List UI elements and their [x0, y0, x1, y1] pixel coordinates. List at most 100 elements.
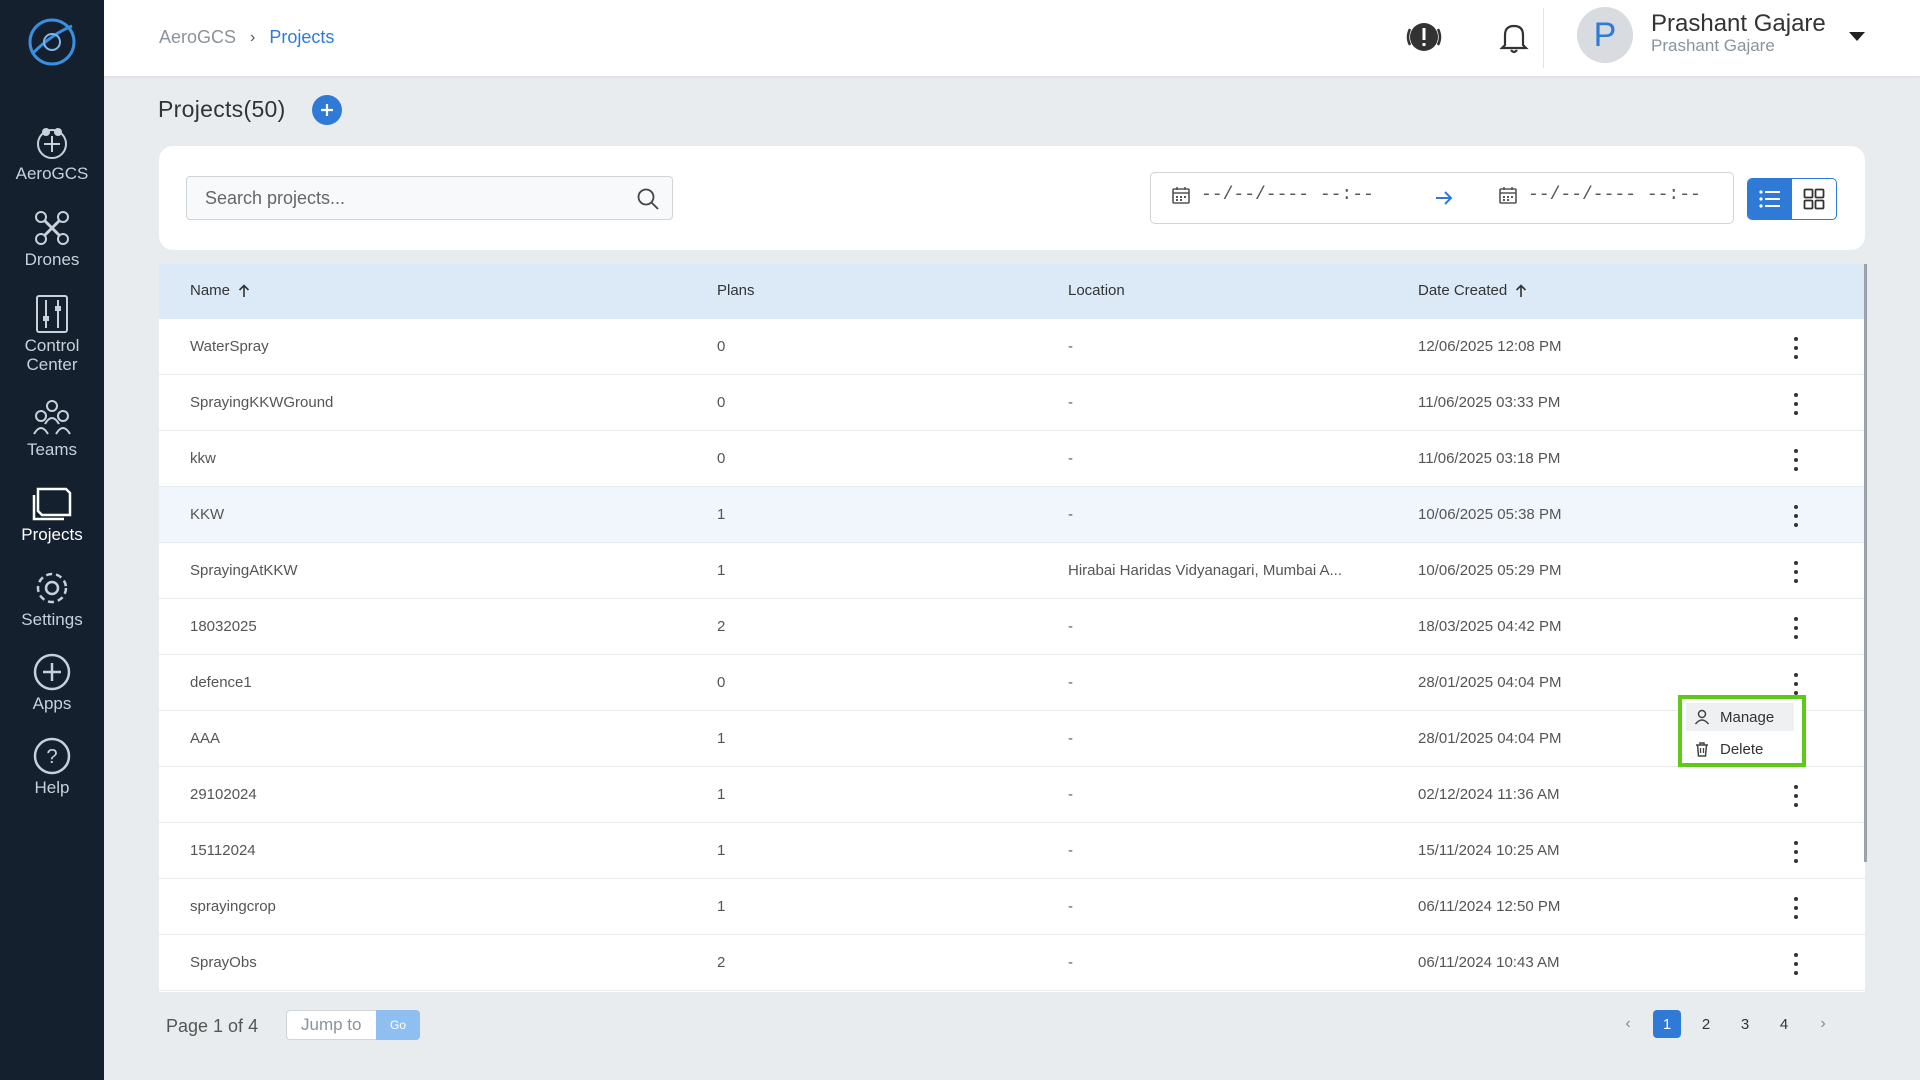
- cell-date: 10/06/2025 05:38 PM: [1418, 506, 1562, 523]
- bell-icon[interactable]: [1494, 17, 1534, 57]
- prev-page-button[interactable]: ‹: [1614, 1010, 1642, 1038]
- date-from-field[interactable]: --/--/---- --:--: [1171, 185, 1374, 205]
- page-button-1[interactable]: 1: [1653, 1010, 1681, 1038]
- sidebar-item-control-center[interactable]: Control Center: [0, 292, 104, 374]
- aerogcs-logo[interactable]: [24, 14, 80, 70]
- column-header-name[interactable]: Name: [190, 282, 250, 299]
- cell-date: 28/01/2025 04:04 PM: [1418, 674, 1562, 691]
- list-view-button[interactable]: [1748, 179, 1792, 219]
- cell-location: -: [1068, 954, 1073, 971]
- avatar[interactable]: P: [1577, 7, 1633, 63]
- cell-plans: 2: [717, 618, 726, 635]
- top-header: AeroGCS › Projects P Prashant Gajare Pra…: [104, 0, 1920, 76]
- cell-date: 15/11/2024 10:25 AM: [1418, 842, 1560, 859]
- cell-name: AAA: [190, 730, 221, 747]
- sort-up-icon: [238, 283, 250, 297]
- table-row[interactable]: 18032025 2 - 18/03/2025 04:42 PM: [159, 599, 1865, 655]
- page-info: Page 1 of 4: [166, 1016, 259, 1036]
- jump-to-box: [286, 1010, 376, 1040]
- more-options-icon[interactable]: [1791, 673, 1801, 695]
- cell-name: defence1: [190, 674, 252, 691]
- sidebar-item-apps[interactable]: Apps: [0, 650, 104, 713]
- cell-location: -: [1068, 786, 1073, 803]
- sidebar-item-aerogcs[interactable]: AeroGCS: [0, 120, 104, 183]
- more-options-icon[interactable]: [1791, 617, 1801, 639]
- projects-table: Name Plans Location Date Created WaterSp…: [159, 264, 1865, 992]
- sidebar-item-projects[interactable]: Projects: [0, 481, 104, 544]
- more-options-icon[interactable]: [1791, 337, 1801, 359]
- cell-plans: 1: [717, 842, 726, 859]
- table-row[interactable]: defence1 0 - 28/01/2025 04:04 PM: [159, 655, 1865, 711]
- row-context-menu: Manage Delete: [1678, 695, 1806, 767]
- sidebar-item-teams[interactable]: Teams: [0, 396, 104, 459]
- page-button-3[interactable]: 3: [1731, 1010, 1759, 1038]
- cell-date: 28/01/2025 04:04 PM: [1418, 730, 1562, 747]
- cell-plans: 0: [717, 394, 726, 411]
- table-row[interactable]: WaterSpray 0 - 12/06/2025 12:08 PM: [159, 319, 1865, 375]
- table-row[interactable]: SprayingKKWGround 0 - 11/06/2025 03:33 P…: [159, 375, 1865, 431]
- date-to-field[interactable]: --/--/---- --:--: [1498, 185, 1701, 205]
- jump-to-input[interactable]: [287, 1011, 375, 1039]
- sidebar-item-label: Projects: [21, 525, 83, 544]
- sidebar-item-help[interactable]: ? Help: [0, 734, 104, 797]
- drone-icon: [30, 206, 74, 250]
- more-options-icon[interactable]: [1791, 897, 1801, 919]
- svg-text:?: ?: [46, 746, 57, 768]
- sidebar-item-label: Apps: [32, 694, 72, 713]
- cell-name: 15112024: [190, 842, 256, 859]
- cell-name: kkw: [190, 450, 216, 467]
- page-button-4[interactable]: 4: [1770, 1010, 1798, 1038]
- cell-name: 29102024: [190, 786, 257, 803]
- sort-up-icon: [1516, 283, 1527, 297]
- grid-icon: [1803, 188, 1825, 210]
- gear-icon: [30, 566, 74, 610]
- plus-icon: [321, 104, 333, 116]
- column-header-plans: Plans: [717, 282, 755, 299]
- more-options-icon[interactable]: [1791, 449, 1801, 471]
- cell-location: Hirabai Haridas Vidyanagari, Mumbai A...: [1068, 562, 1343, 579]
- sidebar-item-drones[interactable]: Drones: [0, 206, 104, 269]
- search-icon[interactable]: [636, 187, 660, 211]
- table-row[interactable]: SprayingAtKKW 1 Hirabai Haridas Vidyanag…: [159, 543, 1865, 599]
- sidebar-item-settings[interactable]: Settings: [0, 566, 104, 629]
- caret-down-icon[interactable]: [1848, 29, 1866, 41]
- more-options-icon[interactable]: [1791, 841, 1801, 863]
- cell-name: 18032025: [190, 618, 257, 635]
- more-options-icon[interactable]: [1791, 953, 1801, 975]
- trash-icon: [1696, 742, 1708, 757]
- add-project-button[interactable]: [312, 95, 342, 125]
- more-options-icon[interactable]: [1791, 393, 1801, 415]
- more-options-icon[interactable]: [1791, 785, 1801, 807]
- cell-plans: 1: [717, 730, 726, 747]
- go-button[interactable]: Go: [376, 1010, 420, 1040]
- cell-name: WaterSpray: [190, 338, 269, 355]
- more-options-icon[interactable]: [1791, 505, 1801, 527]
- arrow-right-icon: [1433, 187, 1455, 209]
- table-row[interactable]: 29102024 1 - 02/12/2024 11:36 AM: [159, 767, 1865, 823]
- table-row[interactable]: kkw 0 - 11/06/2025 03:18 PM: [159, 431, 1865, 487]
- table-scrollbar[interactable]: [1864, 264, 1867, 862]
- column-header-date-created[interactable]: Date Created: [1418, 282, 1527, 299]
- more-options-icon[interactable]: [1791, 561, 1801, 583]
- manage-menu-item[interactable]: Manage: [1686, 703, 1794, 731]
- cell-date: 10/06/2025 05:29 PM: [1418, 562, 1562, 579]
- search-box: [186, 176, 673, 220]
- table-row[interactable]: AAA 1 - 28/01/2025 04:04 PM: [159, 711, 1865, 767]
- breadcrumb-root[interactable]: AeroGCS: [159, 27, 236, 48]
- next-page-button[interactable]: ›: [1809, 1010, 1837, 1038]
- user-name[interactable]: Prashant Gajare: [1651, 10, 1826, 38]
- table-row[interactable]: SprayObs 2 - 06/11/2024 10:43 AM: [159, 935, 1865, 991]
- delete-menu-item[interactable]: Delete: [1686, 735, 1794, 763]
- cell-plans: 0: [717, 338, 726, 355]
- drone-radar-icon: [30, 120, 74, 164]
- alert-icon[interactable]: [1404, 17, 1444, 57]
- grid-view-button[interactable]: [1792, 179, 1836, 219]
- sidebar-item-label: Settings: [21, 610, 83, 629]
- page-button-2[interactable]: 2: [1692, 1010, 1720, 1038]
- search-input[interactable]: [187, 177, 617, 219]
- table-row[interactable]: 15112024 1 - 15/11/2024 10:25 AM: [159, 823, 1865, 879]
- table-row[interactable]: sprayingcrop 1 - 06/11/2024 12:50 PM: [159, 879, 1865, 935]
- user-icon: [1694, 709, 1710, 725]
- table-row[interactable]: KKW 1 - 10/06/2025 05:38 PM: [159, 487, 1865, 543]
- help-icon: ?: [30, 734, 74, 778]
